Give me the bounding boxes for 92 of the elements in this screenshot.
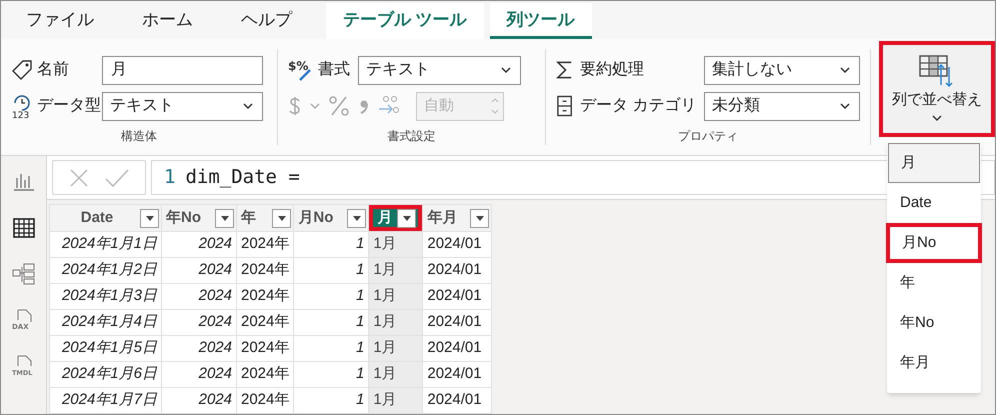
ribbon-tab[interactable]: テーブル ツール xyxy=(326,3,484,39)
caret-down-icon xyxy=(220,216,228,220)
table-cell: 1 xyxy=(294,258,369,284)
table-cell: 2024年1月6日 xyxy=(50,362,162,388)
group-label: 構造体 xyxy=(121,128,157,145)
line-number: 1 xyxy=(164,165,176,190)
table-cell: 2024年 xyxy=(236,362,294,388)
field-label: 書式 xyxy=(318,60,351,80)
caret-down-icon xyxy=(352,216,361,220)
caret-down-icon xyxy=(278,216,286,220)
menu-item[interactable]: 月No xyxy=(886,223,982,263)
table-cell: 2024年 xyxy=(236,232,294,258)
menu-item[interactable]: 年 xyxy=(887,263,981,303)
table-cell: 1 xyxy=(294,362,369,388)
field-label: データ型 xyxy=(37,96,102,116)
caret-down-icon xyxy=(402,216,411,220)
table-cell: 2024 xyxy=(162,336,236,362)
table-cell: 1 xyxy=(294,232,369,258)
table-cell: 2024年1月3日 xyxy=(50,284,162,310)
menu-item[interactable]: Date xyxy=(887,183,981,223)
field-label: 要約処理 xyxy=(580,60,646,80)
table-cell: 2024/01 xyxy=(422,232,492,258)
table-icon[interactable] xyxy=(10,216,36,240)
menu-item[interactable]: 年月 xyxy=(887,343,981,383)
dropdown-field[interactable]: 集計しない xyxy=(704,56,860,84)
caret-down-icon xyxy=(146,216,154,220)
dropdown-field[interactable]: 未分類 xyxy=(704,92,860,120)
table-cell: 2024年 xyxy=(236,258,294,284)
table-cell: 2024/01 xyxy=(422,310,492,336)
table-cell: 2024年1月7日 xyxy=(50,388,162,414)
table-cell: 2024/01 xyxy=(422,284,492,310)
table-cell: 2024/01 xyxy=(422,388,492,414)
table-cell: 2024年1月5日 xyxy=(50,336,162,362)
filter-dropdown[interactable] xyxy=(215,208,234,228)
filter-dropdown[interactable] xyxy=(347,208,366,228)
group-label: プロパティ xyxy=(678,128,738,145)
table-cell: 1月 xyxy=(368,388,423,414)
table-cell: 2024 xyxy=(162,388,236,414)
tag-icon xyxy=(11,59,33,81)
table-cell: 1月 xyxy=(368,258,423,284)
table-cell: 1月 xyxy=(368,362,423,388)
category-icon xyxy=(556,95,574,117)
table-cell: 2024 xyxy=(162,362,236,388)
table-cell: 1 xyxy=(294,388,369,414)
caret-down-icon xyxy=(476,216,484,220)
ribbon-tab[interactable]: ファイル xyxy=(9,3,111,39)
group-label: 書式設定 xyxy=(388,128,436,145)
ribbon-tab[interactable]: 列ツール xyxy=(490,3,592,39)
table-cell: 2024年 xyxy=(236,310,294,336)
formula-text: dim_Date = xyxy=(185,165,300,190)
table-cell: 2024年1月2日 xyxy=(50,258,162,284)
dollar-icon[interactable] xyxy=(288,95,302,117)
table-cell: 2024 xyxy=(162,258,236,284)
chevron-down-icon xyxy=(931,113,943,124)
dropdown-field[interactable]: テキスト xyxy=(358,56,521,84)
table-cell: 2024年 xyxy=(236,388,294,414)
ribbon-tab[interactable]: ヘルプ xyxy=(224,3,309,39)
table-cell: 2024年1月1日 xyxy=(50,232,162,258)
ribbon-tab[interactable]: ホーム xyxy=(125,3,210,39)
filter-dropdown[interactable] xyxy=(140,208,159,228)
table-cell: 1 xyxy=(294,336,369,362)
sigma-icon xyxy=(556,60,574,80)
table-cell: 1 xyxy=(294,310,369,336)
field-label: 名前 xyxy=(37,60,70,80)
table-cell: 2024 xyxy=(162,232,236,258)
table-cell: 2024年 xyxy=(236,284,294,310)
table-cell: 1月 xyxy=(368,336,423,362)
menu-item[interactable]: 月 xyxy=(888,143,980,183)
dropdown-field[interactable]: テキスト xyxy=(102,92,263,120)
menu-item[interactable]: 年No xyxy=(887,303,981,343)
table-cell: 1 xyxy=(294,284,369,310)
name-field[interactable]: 月 xyxy=(102,56,263,84)
table-cell: 1月 xyxy=(368,310,423,336)
filter-dropdown[interactable] xyxy=(397,208,416,228)
table-cell: 2024/01 xyxy=(422,336,492,362)
table-cell: 1月 xyxy=(368,232,423,258)
percent-icon[interactable] xyxy=(328,95,350,117)
chevron-down-icon xyxy=(310,101,320,111)
filter-dropdown[interactable] xyxy=(470,208,490,228)
table-cell: 2024 xyxy=(162,310,236,336)
table-cell: 1月 xyxy=(368,284,423,310)
column-header[interactable]: 月 xyxy=(369,205,422,231)
model-icon[interactable] xyxy=(12,262,36,286)
sort-by-column-button[interactable]: 列で並べ替え xyxy=(879,41,995,137)
filter-dropdown[interactable] xyxy=(272,208,292,228)
table-cell: 2024/01 xyxy=(422,362,492,388)
table-cell: 2024年1月4日 xyxy=(50,310,162,336)
table-cell: 2024年 xyxy=(236,336,294,362)
table-cell: 2024 xyxy=(162,284,236,310)
sort-column-icon xyxy=(919,54,955,87)
field-label: データ カテゴリ xyxy=(580,96,698,116)
table-cell: 2024/01 xyxy=(422,258,492,284)
